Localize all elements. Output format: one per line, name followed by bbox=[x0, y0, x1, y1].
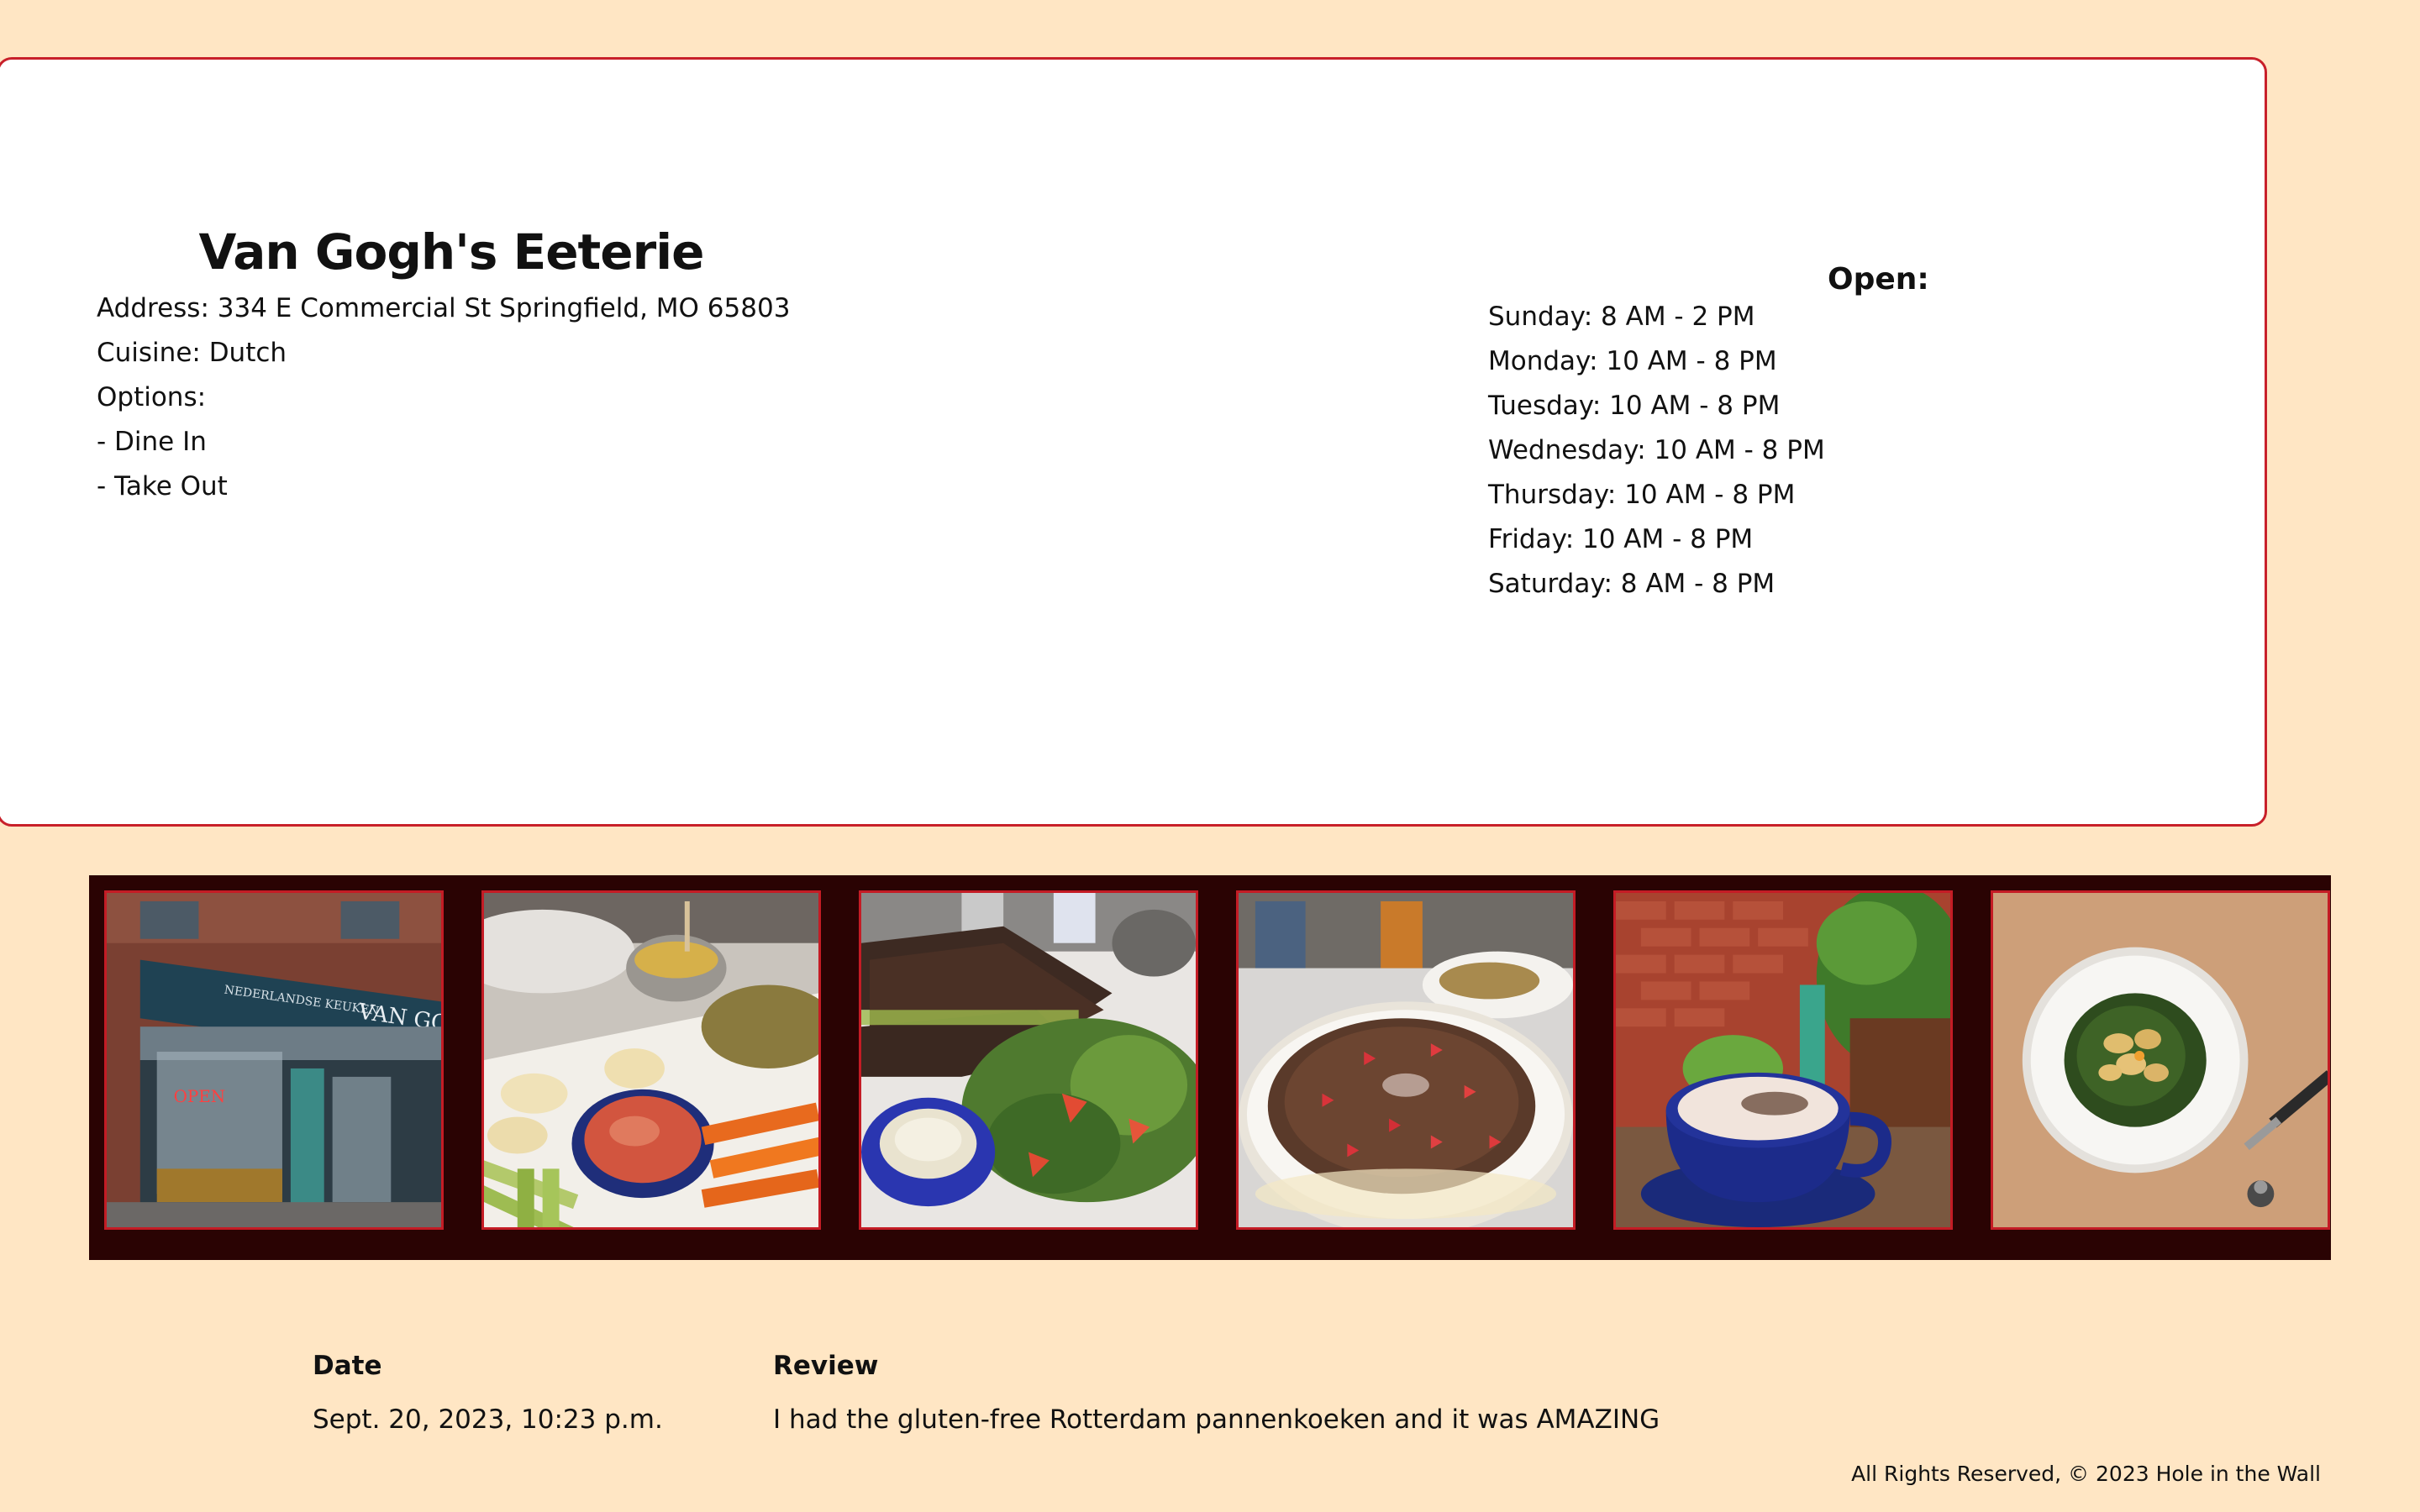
column-header-date: Date bbox=[313, 1351, 382, 1381]
restaurant-name: Van Gogh's Eeterie bbox=[198, 223, 705, 281]
hours-saturday: Saturday: 8 AM - 8 PM bbox=[1488, 569, 1776, 599]
option-dine-in: - Dine In bbox=[97, 427, 207, 457]
hours-monday: Monday: 10 AM - 8 PM bbox=[1488, 346, 1777, 376]
open-neon-sign: OPEN bbox=[174, 1087, 226, 1106]
chocolate-pancake-photo-icon bbox=[1239, 893, 1573, 1227]
gallery-photo-pancake[interactable] bbox=[1236, 890, 1576, 1230]
restaurant-cuisine: Cuisine: Dutch bbox=[97, 338, 287, 368]
open-hours-heading: Open: bbox=[1828, 262, 1929, 297]
hours-friday: Friday: 10 AM - 8 PM bbox=[1488, 524, 1754, 554]
opening-hours-list: Sunday: 8 AM - 2 PM Monday: 10 AM - 8 PM… bbox=[1488, 295, 1825, 606]
hummus-platter-photo-icon bbox=[484, 893, 818, 1227]
hours-wednesday: Wednesday: 10 AM - 8 PM bbox=[1488, 435, 1825, 465]
hours-sunday: Sunday: 8 AM - 2 PM bbox=[1488, 302, 1755, 332]
column-header-review: Review bbox=[773, 1351, 879, 1381]
hours-thursday: Thursday: 10 AM - 8 PM bbox=[1488, 480, 1796, 510]
gallery-photo-storefront[interactable]: NEDERLANDSE KEUKEN VAN GOGH'S OPEN bbox=[104, 890, 444, 1230]
pasta-bowl-photo-icon bbox=[1993, 893, 2328, 1227]
review-date: Sept. 20, 2023, 10:23 p.m. bbox=[313, 1404, 663, 1435]
option-take-out: - Take Out bbox=[97, 471, 228, 501]
sandwich-salad-photo-icon bbox=[861, 893, 1196, 1227]
footer-copyright: All Rights Reserved, © 2023 Hole in the … bbox=[1851, 1462, 2321, 1486]
gallery-photo-pasta[interactable] bbox=[1991, 890, 2330, 1230]
restaurant-details: Address: 334 E Commercial St Springfield… bbox=[97, 286, 790, 509]
storefront-photo-icon: NEDERLANDSE KEUKEN VAN GOGH'S OPEN bbox=[107, 893, 441, 1227]
options-label: Options: bbox=[97, 382, 207, 412]
gallery-photo-sandwich[interactable] bbox=[859, 890, 1198, 1230]
gallery-photo-hummus[interactable] bbox=[481, 890, 821, 1230]
photo-gallery[interactable]: NEDERLANDSE KEUKEN VAN GOGH'S OPEN bbox=[89, 875, 2331, 1260]
restaurant-address: Address: 334 E Commercial St Springfield… bbox=[97, 293, 791, 323]
gallery-photo-cappuccino[interactable] bbox=[1613, 890, 1953, 1230]
review-text: I had the gluten-free Rotterdam pannenko… bbox=[773, 1404, 1660, 1435]
cappuccino-photo-icon bbox=[1616, 893, 1950, 1227]
hours-tuesday: Tuesday: 10 AM - 8 PM bbox=[1488, 391, 1781, 421]
restaurant-info-card: Van Gogh's Eeterie Address: 334 E Commer… bbox=[0, 57, 2267, 827]
